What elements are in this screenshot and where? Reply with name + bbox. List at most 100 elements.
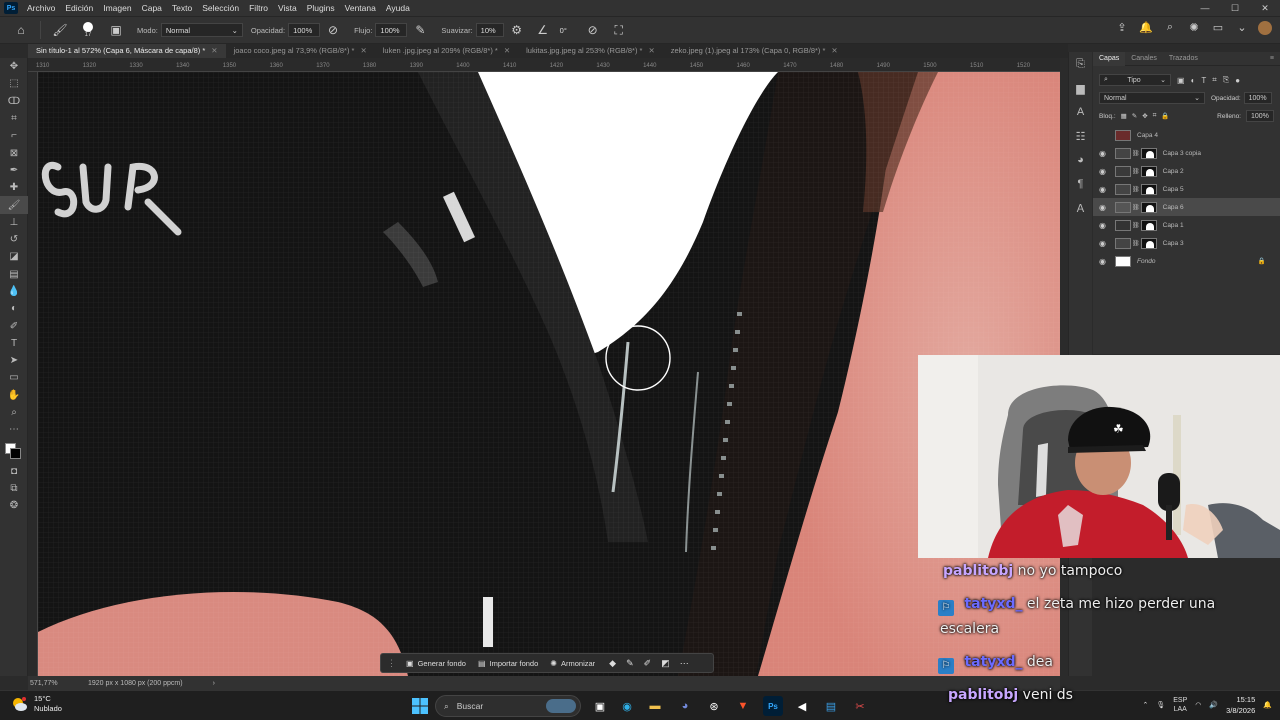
fill-icon[interactable]: ◆: [609, 658, 616, 669]
language-indicator[interactable]: ESP LAA: [1173, 696, 1187, 714]
user-avatar[interactable]: [1258, 21, 1272, 35]
clone-stamp-tool-icon[interactable]: ⊥: [0, 214, 28, 231]
layer-mask-thumbnail[interactable]: [1140, 201, 1157, 213]
screen-mode-icon[interactable]: ⧉: [0, 480, 28, 497]
blend-mode-select[interactable]: Normal ⌄: [1099, 92, 1205, 104]
lock-position-icon[interactable]: ✥: [1142, 112, 1147, 120]
notification-bell-icon[interactable]: 🔔: [1263, 701, 1272, 709]
menu-vista[interactable]: Vista: [273, 3, 302, 13]
armonizar-button[interactable]: ✺ Armonizar: [544, 657, 601, 670]
status-chevron-icon[interactable]: ›: [213, 680, 215, 687]
zoom-tool-icon[interactable]: ⌕: [0, 404, 28, 421]
drag-handle-icon[interactable]: ⋮: [387, 658, 396, 669]
more-tools-icon[interactable]: ⋯: [0, 421, 28, 438]
blur-tool-icon[interactable]: 💧: [0, 283, 28, 300]
menu-capa[interactable]: Capa: [137, 3, 167, 13]
lasso-tool-icon[interactable]: ↀ: [0, 93, 28, 110]
layer-thumbnail[interactable]: [1115, 183, 1131, 195]
layer-row[interactable]: ◉ ⛓ Capa 1: [1093, 216, 1280, 234]
generative-icon[interactable]: ❂: [0, 497, 28, 514]
layer-row[interactable]: ◉ ⛓ Capa 3 copia: [1093, 144, 1280, 162]
photoshop-taskbar-icon[interactable]: Ps: [763, 696, 783, 716]
close-icon[interactable]: ✕: [831, 46, 837, 55]
path-selection-tool-icon[interactable]: ➤: [0, 352, 28, 369]
generar-fondo-button[interactable]: ▣ Generar fondo: [400, 657, 472, 670]
color-swatches[interactable]: [0, 439, 27, 463]
filter-adjust-icon[interactable]: ◐: [1191, 76, 1196, 85]
tab-sin-titulo[interactable]: Sin título-1 al 572% (Capa 6, Máscara de…: [28, 44, 226, 58]
menu-plugins[interactable]: Plugins: [302, 3, 340, 13]
brave-icon[interactable]: ▼: [733, 696, 753, 716]
suavizar-field[interactable]: 10%: [475, 23, 504, 37]
notepad-icon[interactable]: ▤: [821, 696, 841, 716]
file-explorer-icon[interactable]: ▬: [645, 696, 665, 716]
mask-link-icon[interactable]: ⛓: [1132, 168, 1140, 175]
layer-row[interactable]: ◉ Fondo 🔒: [1093, 252, 1280, 270]
comments-icon[interactable]: ▆: [1069, 76, 1092, 100]
notifications-icon[interactable]: 🔔: [1138, 21, 1154, 35]
visibility-eye-icon[interactable]: ◉: [1099, 221, 1113, 230]
weather-widget[interactable]: 15°C Nublado: [10, 694, 62, 714]
layer-row[interactable]: Capa 4: [1093, 126, 1280, 144]
menu-texto[interactable]: Texto: [167, 3, 197, 13]
menu-imagen[interactable]: Imagen: [98, 3, 136, 13]
layer-thumbnail[interactable]: [1115, 165, 1131, 177]
menu-seleccion[interactable]: Selección: [197, 3, 244, 13]
visibility-eye-icon[interactable]: ◉: [1099, 257, 1113, 266]
share-icon[interactable]: ⇪: [1114, 21, 1130, 35]
refine-icon[interactable]: ✐: [644, 658, 652, 669]
flujo-field[interactable]: 100%: [375, 23, 408, 37]
layer-filter-select[interactable]: ⌕ Tipo ⌄: [1099, 74, 1171, 86]
layer-thumbnail[interactable]: [1115, 219, 1131, 231]
lock-all-icon[interactable]: 🔒: [1161, 112, 1169, 120]
maximize-button[interactable]: ☐: [1220, 0, 1250, 16]
crop-tool-icon[interactable]: ⌐: [0, 127, 28, 144]
tab-lukitas[interactable]: lukitas.jpg.jpeg al 253% (RGB/8*) * ✕: [518, 44, 663, 58]
rectangle-tool-icon[interactable]: ▭: [0, 369, 28, 386]
hand-tool-icon[interactable]: ✋: [0, 387, 28, 404]
filter-smart-icon[interactable]: ⎘: [1223, 75, 1229, 85]
brush-tool-icon[interactable]: 🖌: [0, 196, 28, 214]
modo-select[interactable]: Normal ⌄: [160, 23, 243, 37]
gradient-tool-icon[interactable]: ▤: [0, 266, 28, 283]
layer-mask-thumbnail[interactable]: [1140, 183, 1157, 195]
close-icon[interactable]: ✕: [648, 46, 654, 55]
layer-mask-thumbnail[interactable]: [1140, 165, 1157, 177]
tab-luken[interactable]: luken .jpg.jpeg al 209% (RGB/8*) * ✕: [375, 44, 518, 58]
brush-size-picker[interactable]: 17: [77, 21, 99, 39]
close-icon[interactable]: ✕: [211, 46, 217, 55]
layer-thumbnail[interactable]: [1115, 255, 1131, 267]
taskbar-search[interactable]: ⌕ Buscar: [435, 695, 581, 717]
wifi-icon[interactable]: ◠: [1195, 701, 1201, 709]
layer-row[interactable]: ◉ ⛓ Capa 2: [1093, 162, 1280, 180]
panel-menu-icon[interactable]: ≡: [1264, 55, 1280, 62]
tray-chevron-icon[interactable]: ⌃: [1142, 701, 1148, 709]
healing-brush-tool-icon[interactable]: ✚: [0, 179, 28, 196]
more-options-icon[interactable]: ⋯: [680, 658, 689, 669]
tab-zeko[interactable]: zeko.jpeg (1).jpeg al 173% (Capa 0, RGB/…: [663, 44, 846, 58]
close-icon[interactable]: ✕: [504, 46, 510, 55]
discord-icon[interactable]: ◕: [675, 696, 695, 716]
microphone-icon[interactable]: 🎙: [1156, 701, 1165, 709]
mask-link-icon[interactable]: ⛓: [1132, 222, 1140, 229]
close-window-button[interactable]: ✕: [1250, 0, 1280, 16]
brush-settings-icon[interactable]: ▣: [107, 21, 125, 39]
layer-thumbnail[interactable]: [1115, 237, 1131, 249]
menu-archivo[interactable]: Archivo: [22, 3, 60, 13]
history-panel-icon[interactable]: ⎘: [1069, 52, 1092, 76]
quick-mask-icon[interactable]: ◘: [0, 463, 28, 480]
background-color-swatch[interactable]: [10, 447, 21, 459]
brush-tool-preset-icon[interactable]: 🖌: [51, 21, 69, 39]
layer-thumbnail[interactable]: [1115, 129, 1131, 141]
marquee-tool-icon[interactable]: ⬚: [0, 75, 28, 92]
eraser-tool-icon[interactable]: ◪: [0, 248, 28, 265]
tab-canales[interactable]: Canales: [1125, 55, 1163, 62]
visibility-eye-icon[interactable]: ◉: [1099, 239, 1113, 248]
filter-type-icon[interactable]: T: [1201, 76, 1206, 85]
layer-row[interactable]: ◉ ⛓ Capa 5: [1093, 180, 1280, 198]
close-icon[interactable]: ✕: [360, 46, 366, 55]
menu-ventana[interactable]: Ventana: [340, 3, 381, 13]
adjustments-icon[interactable]: ☷: [1069, 124, 1092, 148]
move-tool-icon[interactable]: ✥: [0, 58, 28, 75]
layer-row[interactable]: ◉ ⛓ Capa 6: [1093, 198, 1280, 216]
